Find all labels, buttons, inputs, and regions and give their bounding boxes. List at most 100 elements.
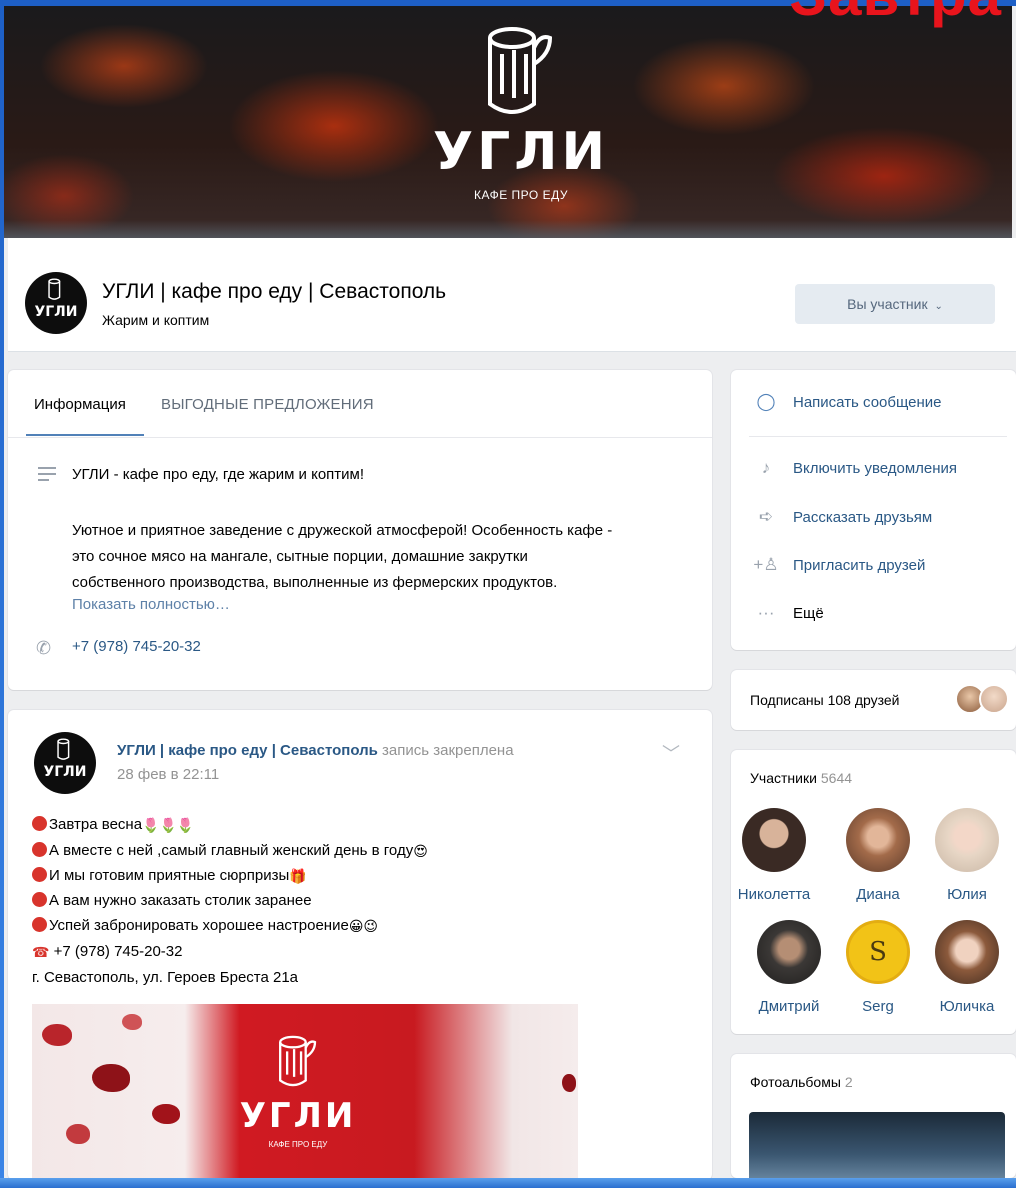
post-line: Успей забронировать хорошее настроение😀😉: [32, 917, 378, 935]
members-title-text: Участники: [750, 770, 817, 786]
pinned-post: УГЛИ УГЛИ | кафе про еду | Севастополь з…: [8, 710, 712, 1180]
post-date[interactable]: 28 фев в 22:11: [117, 766, 219, 783]
phone-icon: ✆: [36, 638, 52, 658]
petal-shape: [152, 1104, 180, 1124]
show-more-link[interactable]: Показать полностью…: [72, 596, 230, 613]
post-line-text: А вам нужно заказать столик заранее: [49, 892, 312, 909]
cover-logo: УГЛИ КАФЕ ПРО ЕДУ: [396, 24, 646, 214]
post-image[interactable]: УГЛИ КАФЕ ПРО ЕДУ: [32, 1004, 578, 1180]
heart-eyes-icon: 😍: [413, 843, 428, 859]
description-line: УГЛИ - кафе про еду, где жарим и коптим!: [72, 466, 365, 483]
friends-subscribed-text: Подписаны 108 друзей: [750, 692, 900, 708]
post-line: И мы готовим приятные сюрпризы 🎁: [32, 867, 307, 885]
albums-title-text: Фотоальбомы: [750, 1074, 841, 1090]
red-circle-icon: [32, 892, 47, 907]
member-photo: [935, 920, 999, 984]
description-line: это сочное мясо на мангале, сытные порци…: [72, 548, 528, 565]
post-author-avatar[interactable]: УГЛИ: [34, 732, 96, 794]
smile-wink-icon: 😀😉: [348, 918, 379, 934]
action-label: Пригласить друзей: [793, 557, 926, 574]
divider: [749, 436, 1007, 437]
group-status: Жарим и коптим: [102, 312, 210, 328]
more-action[interactable]: ··· Ещё: [731, 595, 1016, 635]
share-arrow-icon: ➪: [758, 507, 774, 526]
description-line: собственного производства, выполненные и…: [72, 574, 558, 591]
cover-image: УГЛИ КАФЕ ПРО ЕДУ: [4, 6, 1012, 238]
member-item[interactable]: Диана: [833, 808, 923, 903]
add-person-icon: +♙: [753, 555, 779, 574]
petal-shape: [122, 1014, 142, 1030]
members-title[interactable]: Участники 5644: [750, 770, 852, 786]
post-line-text: А вместе с ней ,самый главный женский де…: [49, 842, 414, 859]
member-photo: [935, 808, 999, 872]
member-item[interactable]: S Serg: [833, 920, 923, 1015]
albums-count: 2: [844, 1074, 853, 1090]
avatar-word: УГЛИ: [43, 764, 87, 780]
share-action[interactable]: ➪ Рассказать друзьям: [731, 499, 1016, 539]
group-header: УГЛИ УГЛИ | кафе про еду | Севастополь Ж…: [8, 238, 1016, 352]
avatar-word: УГЛИ: [34, 304, 78, 320]
post-author-link[interactable]: УГЛИ | кафе про еду | Севастополь: [117, 742, 378, 759]
member-name: Юлия: [947, 886, 987, 903]
member-photo: [757, 920, 821, 984]
chevron-down-icon: ⌄: [934, 301, 943, 312]
enable-notifications-action[interactable]: ♪ Включить уведомления: [731, 450, 1016, 490]
tab-information[interactable]: Информация: [34, 396, 126, 413]
red-circle-icon: [32, 816, 47, 831]
action-label: Написать сообщение: [793, 394, 942, 411]
albums-title[interactable]: Фотоальбомы 2: [750, 1074, 853, 1090]
tulip-icon: 🌷🌷🌷: [142, 817, 195, 833]
members-count: 5644: [820, 770, 853, 786]
member-name: Николетта: [737, 886, 811, 903]
post-line-text: Завтра весна: [49, 816, 143, 833]
gift-icon: 🎁: [289, 868, 307, 884]
members-card: Участники 5644 Николетта Диана Юлия Дмитр…: [731, 750, 1016, 1034]
group-avatar[interactable]: УГЛИ: [25, 272, 87, 334]
red-circle-icon: [32, 842, 47, 857]
petal-shape: [66, 1124, 90, 1144]
info-card: Информация ВЫГОДНЫЕ ПРЕДЛОЖЕНИЯ УГЛИ - к…: [8, 370, 712, 690]
member-item[interactable]: Юличка: [922, 920, 1012, 1015]
taskbar-strip: [0, 1178, 1016, 1188]
image-logo-subtitle: КАФЕ ПРО ЕДУ: [268, 1140, 328, 1149]
friends-subscribed-card[interactable]: Подписаны 108 друзей: [731, 670, 1016, 730]
info-tabs: Информация ВЫГОДНЫЕ ПРЕДЛОЖЕНИЯ: [8, 370, 712, 438]
post-menu-chevron-icon[interactable]: ﹀: [662, 740, 680, 766]
actions-card: ◯ Написать сообщение ♪ Включить уведомле…: [731, 370, 1016, 650]
tab-offers[interactable]: ВЫГОДНЫЕ ПРЕДЛОЖЕНИЯ: [161, 396, 374, 413]
stump-leaf-icon: [48, 278, 61, 300]
member-photo: [742, 808, 806, 872]
member-item[interactable]: Дмитрий: [744, 920, 834, 1015]
member-item[interactable]: Юлия: [922, 808, 1012, 903]
post-phone-text: +7 (978) 745-20-32: [53, 943, 183, 960]
member-name: Дмитрий: [758, 998, 820, 1015]
write-message-action[interactable]: ◯ Написать сообщение: [731, 384, 1016, 424]
phone-number[interactable]: +7 (978) 745-20-32: [72, 638, 201, 655]
action-label: Включить уведомления: [793, 460, 958, 477]
album-cover[interactable]: [749, 1112, 1005, 1182]
post-line: Завтра весна🌷🌷🌷: [32, 816, 194, 834]
red-circle-icon: [32, 867, 47, 882]
cover-logo-word: УГЛИ: [433, 122, 609, 182]
telephone-icon: ☎: [32, 944, 50, 960]
image-logo: УГЛИ КАФЕ ПРО ЕДУ: [208, 1034, 388, 1174]
cover-logo-subtitle: КАФЕ ПРО ЕДУ: [474, 188, 568, 202]
more-dots-icon: ···: [757, 603, 775, 622]
invite-friends-action[interactable]: +♙ Пригласить друзей: [731, 547, 1016, 587]
petal-shape: [42, 1024, 72, 1046]
stump-leaf-icon: [57, 738, 70, 760]
action-label: Рассказать друзьям: [793, 509, 933, 526]
member-status-button[interactable]: Вы участник ⌄: [795, 284, 995, 324]
top-red-text: Завтра: [790, 0, 1002, 29]
post-line: А вам нужно заказать столик заранее: [32, 892, 312, 909]
post-phone-line: ☎ +7 (978) 745-20-32: [32, 943, 182, 961]
petal-shape: [562, 1074, 576, 1092]
member-button-label: Вы участник: [847, 296, 928, 312]
stump-leaf-icon: [279, 1035, 317, 1087]
member-item[interactable]: Николетта: [729, 808, 819, 903]
member-photo: S: [846, 920, 910, 984]
cover-fade: [4, 220, 1012, 238]
member-name: Serg: [862, 998, 894, 1015]
post-line: А вместе с ней ,самый главный женский де…: [32, 842, 428, 860]
description-lines-icon: [38, 467, 56, 481]
